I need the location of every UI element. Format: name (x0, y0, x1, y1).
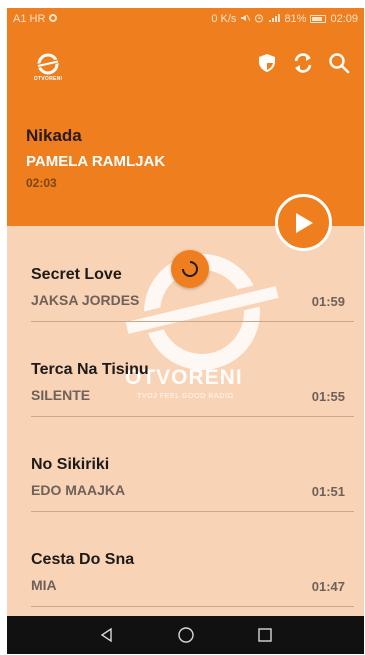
track-artist: SILENTE (31, 387, 91, 403)
recents-icon[interactable] (254, 624, 276, 646)
battery-percent: 81% (284, 13, 307, 25)
track-title: Secret Love (31, 266, 122, 283)
loading-spinner (171, 250, 209, 288)
app-screen: A1 HR 0 K/s 81% 02:09 OTVORENI Nikada PA… (7, 8, 364, 654)
clock: 02:09 (330, 13, 358, 25)
status-right: 0 K/s 81% 02:09 (211, 13, 358, 26)
track-title: Terca Na Tisinu (31, 361, 149, 378)
track-artist: JAKSA JORDES (31, 292, 140, 308)
now-playing-title: Nikada (26, 126, 82, 145)
alarm-icon (254, 13, 264, 26)
header-actions (256, 52, 350, 74)
system-nav-bar (7, 616, 364, 654)
track-title: Cesta Do Sna (31, 551, 135, 568)
track-artist: EDO MAAJKA (31, 482, 126, 498)
playlist-item[interactable]: Cesta Do Sna MIA 01:47 (7, 511, 364, 607)
track-duration: 01:51 (311, 484, 345, 499)
track-duration: 01:55 (311, 389, 345, 404)
vpn-icon (48, 13, 58, 26)
app-logo: OTVORENI (29, 48, 67, 86)
carrier-info: A1 HR (13, 13, 58, 26)
now-playing-time: 02:03 (26, 176, 57, 190)
playlist-item[interactable]: Terca Na Tisinu SILENTE 01:55 (7, 321, 364, 417)
track-duration: 01:47 (311, 579, 345, 594)
logo-icon (36, 53, 60, 74)
status-bar: A1 HR 0 K/s 81% 02:09 (7, 8, 364, 30)
now-playing-artist: PAMELA RAMLJAK (26, 153, 166, 170)
play-icon (295, 212, 313, 233)
search-icon[interactable] (328, 52, 350, 74)
refresh-icon[interactable] (292, 52, 314, 74)
signal-icon (268, 13, 281, 26)
home-icon[interactable] (175, 624, 197, 646)
now-playing: Nikada PAMELA RAMLJAK 02:03 (26, 126, 165, 190)
logo-text: OTVORENI (33, 75, 63, 82)
track-artist: MIA (31, 577, 57, 593)
spinner-icon (182, 261, 198, 277)
mute-icon (240, 13, 251, 26)
track-title: No Sikiriki (31, 456, 110, 473)
divider (31, 606, 354, 607)
network-speed: 0 K/s (211, 13, 237, 25)
battery-icon (310, 15, 327, 23)
playlist-item[interactable]: No Sikiriki EDO MAAJKA 01:51 (7, 416, 364, 512)
carrier-label: A1 HR (13, 13, 46, 25)
back-icon[interactable] (96, 624, 118, 646)
track-duration: 01:59 (311, 294, 345, 309)
play-button[interactable] (275, 194, 332, 251)
shield-icon[interactable] (256, 52, 278, 74)
